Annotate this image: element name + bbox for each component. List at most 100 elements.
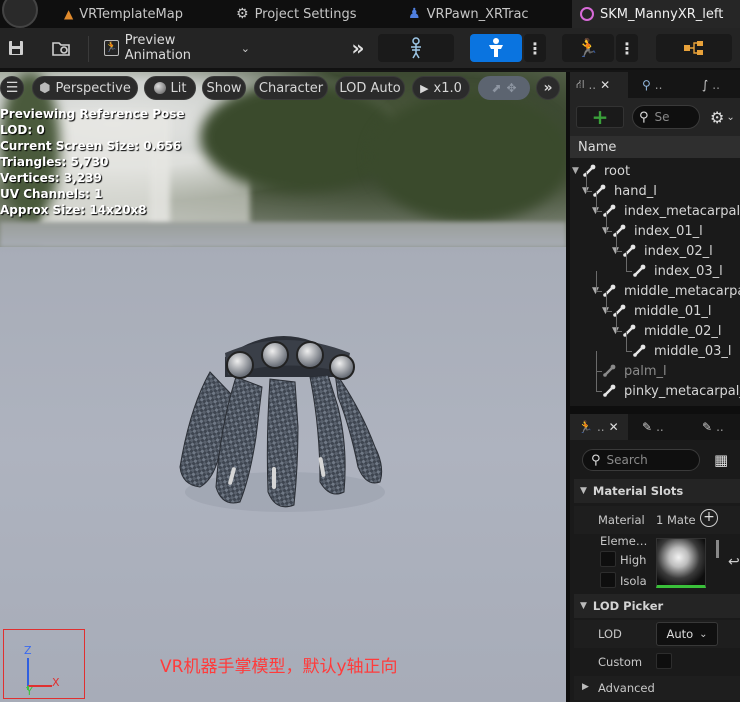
preview-animation-label: Preview Animation [124, 33, 192, 63]
viewport-overflow-button[interactable]: » [536, 76, 560, 100]
skeleton-mode-button[interactable] [378, 34, 454, 62]
stat-preview-pose: Previewing Reference Pose [0, 107, 185, 121]
highlight-label: High [620, 553, 647, 567]
preview-animation-dropdown[interactable]: 🏃 Preview Animation ⌄ [100, 33, 250, 63]
more-toolbar-button[interactable]: » [346, 34, 370, 62]
bone-name: index_03_l [654, 263, 723, 279]
character-button[interactable]: Character [254, 76, 328, 100]
pencil-icon: ✎ [702, 420, 713, 434]
tab-skm-mannyxr-left[interactable]: SKM_MannyXR_left [572, 0, 740, 28]
axis-x-label: X [52, 676, 60, 689]
character-label: Character [258, 80, 324, 96]
bone-icon [623, 324, 636, 337]
tree-settings-button[interactable]: ⚙ ⌄ [710, 106, 740, 128]
mesh-mode-icon [489, 38, 503, 57]
details-panel-tabs: 🏃 .. ✕ ✎ .. ✎ .. [570, 414, 740, 440]
animation-icon: 🏃 [104, 40, 119, 56]
tab-curves[interactable]: ∫ .. [694, 72, 740, 98]
stat-vertices: Vertices: 3,239 [0, 171, 102, 185]
tree-guide-line [596, 291, 602, 292]
bone-tree-row[interactable]: ▼index_01_l [570, 221, 740, 241]
material-thumbnail[interactable] [656, 538, 706, 588]
tab-details[interactable]: 🏃 .. ✕ [570, 414, 628, 440]
lit-sphere-icon [153, 82, 166, 94]
bone-tree-row[interactable]: ▼middle_01_l [570, 301, 740, 321]
tree-guide-line [626, 271, 632, 272]
tab-vrpawn[interactable]: ♟ VRPawn_XRTrac [406, 0, 570, 28]
view-mode-button[interactable]: Lit [144, 76, 196, 100]
viewport-stats: Previewing Reference Pose LOD: 0 Current… [0, 106, 185, 218]
annotation-text: VR机器手掌模型，默认y轴正向 [160, 657, 398, 677]
bone-tree-row[interactable]: ▼index_02_l [570, 241, 740, 261]
material-slots-title: Material Slots [592, 484, 684, 498]
save-button[interactable] [4, 34, 28, 62]
table-view-icon[interactable]: ▦ [714, 451, 728, 469]
highlight-checkbox[interactable] [600, 551, 616, 567]
blueprint-icon: ♟ [408, 6, 421, 22]
unreal-logo-icon[interactable] [2, 0, 38, 28]
speed-label: x1.0 [433, 80, 462, 96]
tree-guide-line [586, 171, 587, 191]
mesh-mode-button[interactable] [470, 34, 522, 62]
tab-vrtemplatemap[interactable]: ▲ VRTemplateMap [58, 0, 228, 28]
tab-skeleton-tree[interactable]: ⛙ .. ✕ [570, 72, 628, 98]
gear-icon: ⚙ [710, 107, 725, 127]
browse-asset-button[interactable] [48, 34, 74, 62]
details-search-placeholder: Search [606, 453, 648, 467]
running-figure-icon: 🏃 [576, 37, 600, 59]
close-icon[interactable]: ✕ [609, 420, 619, 434]
lod-picker-header[interactable]: ▼ LOD Picker [574, 594, 740, 618]
thumbnail-scrollbar[interactable] [716, 540, 719, 558]
lod-picker-title: LOD Picker [592, 599, 664, 613]
show-flags-button[interactable]: Show [202, 76, 246, 100]
expand-arrow-icon[interactable]: ▼ [572, 166, 579, 176]
transform-tools-group[interactable]: ⬈ ✥ [478, 76, 530, 100]
animation-options-button[interactable]: ⋮ [616, 34, 638, 62]
viewport-menu-button[interactable]: ☰ [0, 76, 24, 100]
details-search-input[interactable]: ⚲ Search [582, 449, 700, 471]
stat-triangles: Triangles: 5,730 [0, 155, 109, 169]
custom-checkbox[interactable] [656, 653, 672, 669]
isolate-checkbox[interactable] [600, 572, 616, 588]
panel-splitter[interactable] [570, 406, 740, 414]
bone-icon [603, 284, 616, 297]
search-icon: ⚲ [639, 109, 649, 125]
bone-tree-row[interactable]: ▼ root [570, 161, 740, 181]
advanced-label: Advanced [598, 681, 655, 695]
blueprint-graph-icon [684, 41, 703, 55]
bone-name: middle_metacarpal_l [624, 283, 740, 299]
lod-select[interactable]: Auto ⌄ [656, 622, 718, 646]
lit-label: Lit [170, 80, 187, 96]
close-icon[interactable]: ✕ [600, 78, 610, 92]
tree-column-header[interactable]: Name [570, 136, 740, 158]
toolbar-separator [88, 36, 89, 62]
bone-name: middle_03_l [654, 343, 732, 359]
skeleton-search-input[interactable]: ⚲ Se [632, 105, 700, 129]
tab-edit[interactable]: ✎ .. [694, 414, 740, 440]
add-bone-button[interactable]: + [576, 106, 624, 128]
bone-tree-row[interactable]: ▼middle_02_l [570, 321, 740, 341]
stat-approx-size: Approx Size: 14x20x8 [0, 203, 147, 217]
kebab-menu-icon: ⋮ [527, 38, 543, 58]
animation-mode-button[interactable]: 🏃 [562, 34, 614, 62]
material-slots-header[interactable]: ▼ Material Slots [574, 479, 740, 503]
vr-hand-model[interactable] [170, 317, 400, 517]
mesh-options-button[interactable]: ⋮ [524, 34, 546, 62]
tab-asset-details[interactable]: ⚲ .. [634, 72, 690, 98]
lod-button[interactable]: LOD Auto [335, 76, 405, 100]
tree-guide-line [626, 331, 627, 351]
tab-project-settings[interactable]: ⚙ Project Settings [232, 0, 402, 28]
collapse-arrow-icon: ▼ [580, 486, 587, 496]
reset-arrow-icon[interactable]: ↩ [728, 554, 740, 570]
blueprint-mode-button[interactable] [656, 34, 732, 62]
tree-guide-line [606, 211, 607, 231]
perspective-button[interactable]: ⬢ Perspective [32, 76, 138, 100]
add-material-button[interactable]: + [700, 509, 718, 527]
material-element-row: Eleme… High Isola ↩ [574, 534, 740, 596]
preview-viewport[interactable]: ☰ ⬢ Perspective Lit Show Character LOD A… [0, 72, 566, 702]
advanced-row[interactable]: ▶ Advanced [574, 676, 740, 700]
tab-preview-settings[interactable]: ✎ .. [634, 414, 690, 440]
custom-row: Custom [574, 648, 740, 676]
tree-guide-line [616, 231, 617, 251]
playback-speed-button[interactable]: ▶ x1.0 [412, 76, 470, 100]
